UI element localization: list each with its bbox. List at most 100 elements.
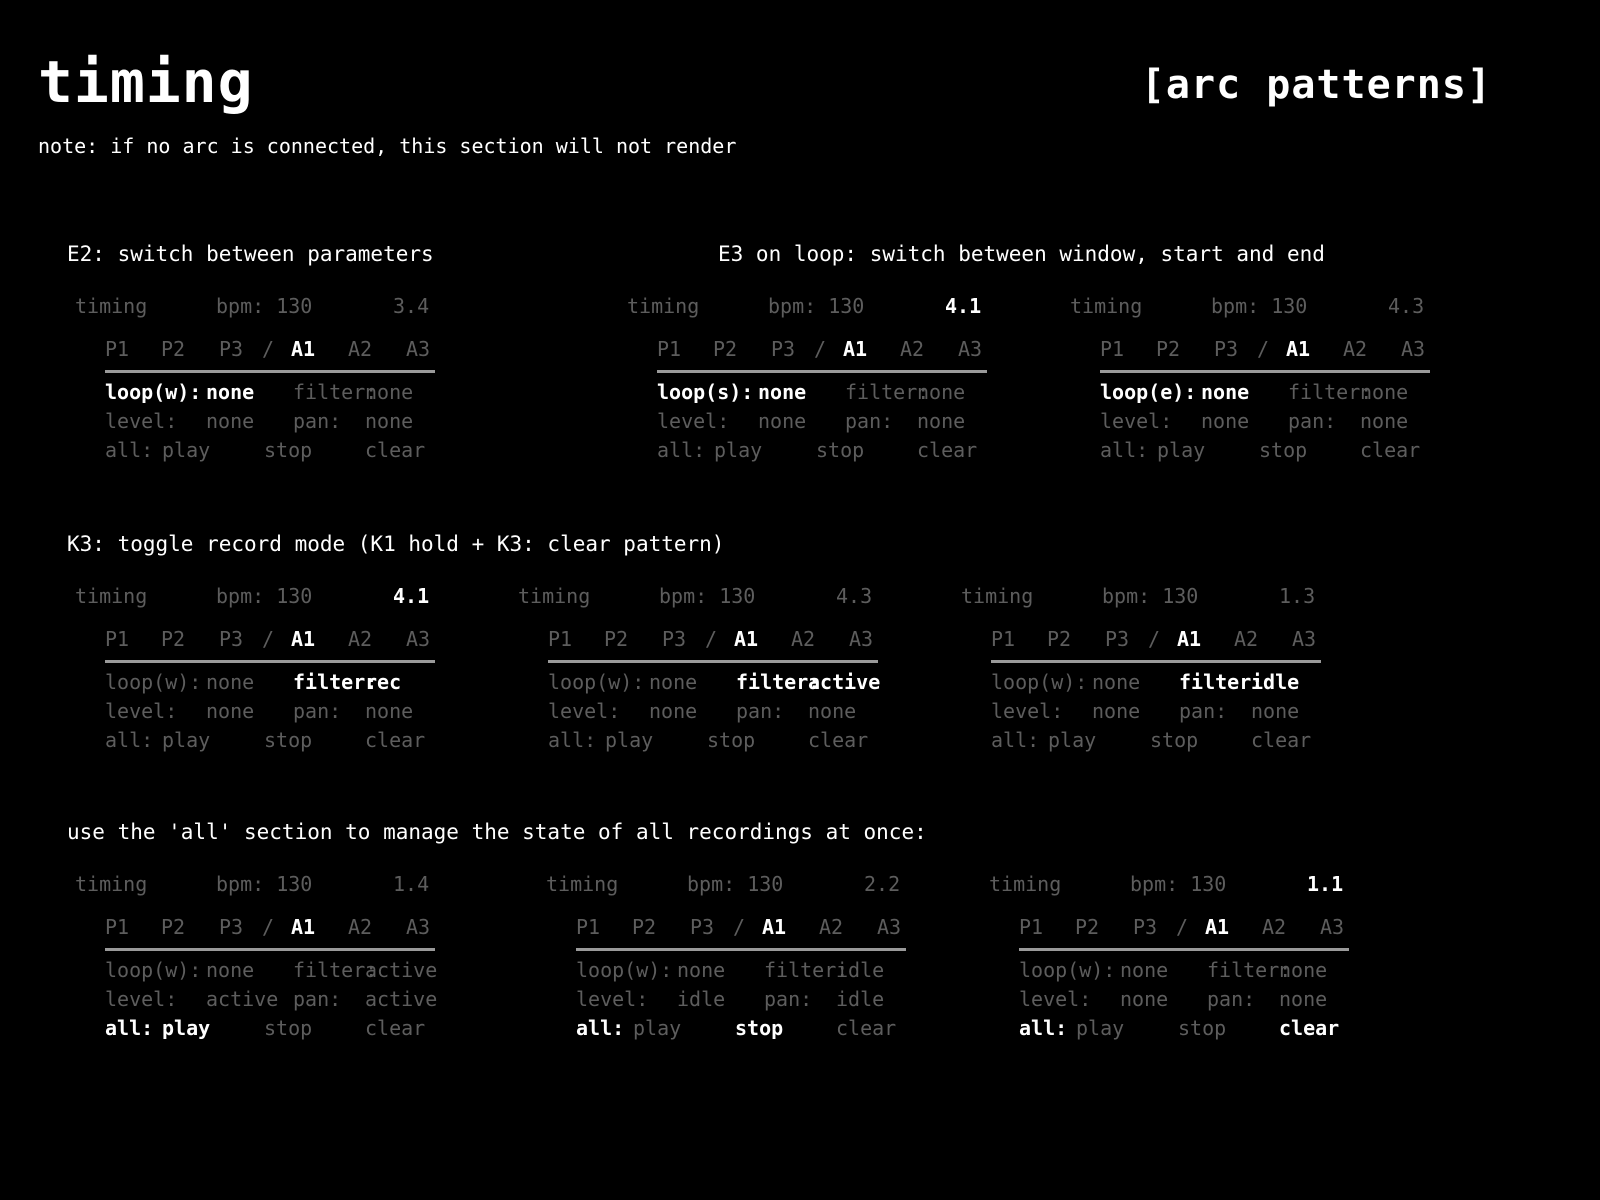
tab-p3[interactable]: P3 xyxy=(219,627,243,651)
level-label[interactable]: level: xyxy=(576,987,648,1011)
level-label[interactable]: level: xyxy=(105,409,177,433)
loop-label[interactable]: loop(s): xyxy=(657,380,753,404)
tab-p3[interactable]: P3 xyxy=(1133,915,1157,939)
tab-p1[interactable]: P1 xyxy=(105,627,129,651)
pan-value[interactable]: idle xyxy=(836,987,884,1011)
tab-a3[interactable]: A3 xyxy=(877,915,901,939)
tab-a2[interactable]: A2 xyxy=(900,337,924,361)
tab-a1[interactable]: A1 xyxy=(1177,627,1201,651)
pan-value[interactable]: none xyxy=(365,409,413,433)
filter-value[interactable]: idle xyxy=(1251,670,1299,694)
level-label[interactable]: level: xyxy=(105,987,177,1011)
tab-a1[interactable]: A1 xyxy=(762,915,786,939)
stop-button[interactable]: stop xyxy=(707,728,755,752)
clear-button[interactable]: clear xyxy=(808,728,868,752)
tab-a2[interactable]: A2 xyxy=(1343,337,1367,361)
tab-a2[interactable]: A2 xyxy=(348,627,372,651)
level-label[interactable]: level: xyxy=(548,699,620,723)
filter-value[interactable]: idle xyxy=(836,958,884,982)
level-value[interactable]: none xyxy=(758,409,806,433)
level-value[interactable]: none xyxy=(206,409,254,433)
pan-label[interactable]: pan: xyxy=(764,987,812,1011)
play-button[interactable]: play xyxy=(1076,1016,1124,1040)
loop-value[interactable]: none xyxy=(1201,380,1249,404)
play-button[interactable]: play xyxy=(714,438,762,462)
clear-button[interactable]: clear xyxy=(836,1016,896,1040)
stop-button[interactable]: stop xyxy=(264,728,312,752)
stop-button[interactable]: stop xyxy=(816,438,864,462)
pan-value[interactable]: none xyxy=(1251,699,1299,723)
pan-value[interactable]: none xyxy=(365,699,413,723)
loop-value[interactable]: none xyxy=(206,958,254,982)
tab-p2[interactable]: P2 xyxy=(161,627,185,651)
tab-p1[interactable]: P1 xyxy=(576,915,600,939)
clear-button[interactable]: clear xyxy=(917,438,977,462)
loop-value[interactable]: none xyxy=(677,958,725,982)
pan-label[interactable]: pan: xyxy=(293,987,341,1011)
stop-button[interactable]: stop xyxy=(264,1016,312,1040)
level-value[interactable]: none xyxy=(1120,987,1168,1011)
pan-label[interactable]: pan: xyxy=(293,699,341,723)
tab-p3[interactable]: P3 xyxy=(690,915,714,939)
loop-label[interactable]: loop(w): xyxy=(1019,958,1115,982)
tab-p3[interactable]: P3 xyxy=(771,337,795,361)
tab-p3[interactable]: P3 xyxy=(1214,337,1238,361)
level-value[interactable]: idle xyxy=(677,987,725,1011)
tab-p2[interactable]: P2 xyxy=(161,337,185,361)
stop-button[interactable]: stop xyxy=(1178,1016,1226,1040)
loop-label[interactable]: loop(w): xyxy=(548,670,644,694)
tab-a2[interactable]: A2 xyxy=(819,915,843,939)
tab-p1[interactable]: P1 xyxy=(1019,915,1043,939)
pan-label[interactable]: pan: xyxy=(1288,409,1336,433)
tab-p2[interactable]: P2 xyxy=(632,915,656,939)
tab-p3[interactable]: P3 xyxy=(219,337,243,361)
level-value[interactable]: none xyxy=(1201,409,1249,433)
play-button[interactable]: play xyxy=(162,1016,210,1040)
clear-button[interactable]: clear xyxy=(365,1016,425,1040)
filter-value[interactable]: active xyxy=(365,958,437,982)
tab-p1[interactable]: P1 xyxy=(105,337,129,361)
pan-value[interactable]: none xyxy=(808,699,856,723)
tab-p3[interactable]: P3 xyxy=(662,627,686,651)
stop-button[interactable]: stop xyxy=(264,438,312,462)
tab-p1[interactable]: P1 xyxy=(548,627,572,651)
clear-button[interactable]: clear xyxy=(365,728,425,752)
loop-label[interactable]: loop(w): xyxy=(105,958,201,982)
tab-p3[interactable]: P3 xyxy=(219,915,243,939)
tab-a1[interactable]: A1 xyxy=(734,627,758,651)
tab-p1[interactable]: P1 xyxy=(991,627,1015,651)
level-value[interactable]: none xyxy=(1092,699,1140,723)
loop-value[interactable]: none xyxy=(758,380,806,404)
level-label[interactable]: level: xyxy=(1100,409,1172,433)
tab-p2[interactable]: P2 xyxy=(161,915,185,939)
pan-label[interactable]: pan: xyxy=(1179,699,1227,723)
tab-p2[interactable]: P2 xyxy=(1075,915,1099,939)
play-button[interactable]: play xyxy=(162,728,210,752)
clear-button[interactable]: clear xyxy=(1360,438,1420,462)
pan-label[interactable]: pan: xyxy=(736,699,784,723)
pan-value[interactable]: none xyxy=(1360,409,1408,433)
loop-value[interactable]: none xyxy=(1120,958,1168,982)
level-label[interactable]: level: xyxy=(105,699,177,723)
tab-p2[interactable]: P2 xyxy=(1047,627,1071,651)
clear-button[interactable]: clear xyxy=(365,438,425,462)
tab-a3[interactable]: A3 xyxy=(406,915,430,939)
tab-a1[interactable]: A1 xyxy=(1286,337,1310,361)
tab-p1[interactable]: P1 xyxy=(657,337,681,361)
stop-button[interactable]: stop xyxy=(1150,728,1198,752)
tab-p2[interactable]: P2 xyxy=(713,337,737,361)
pan-value[interactable]: none xyxy=(917,409,965,433)
loop-value[interactable]: none xyxy=(206,670,254,694)
play-button[interactable]: play xyxy=(1157,438,1205,462)
pan-label[interactable]: pan: xyxy=(1207,987,1255,1011)
tab-a3[interactable]: A3 xyxy=(849,627,873,651)
clear-button[interactable]: clear xyxy=(1251,728,1311,752)
filter-value[interactable]: none xyxy=(1279,958,1327,982)
tab-a1[interactable]: A1 xyxy=(291,915,315,939)
pan-value[interactable]: active xyxy=(365,987,437,1011)
pan-label[interactable]: pan: xyxy=(293,409,341,433)
tab-a3[interactable]: A3 xyxy=(1292,627,1316,651)
loop-value[interactable]: none xyxy=(206,380,254,404)
filter-value[interactable]: none xyxy=(1360,380,1408,404)
loop-value[interactable]: none xyxy=(649,670,697,694)
